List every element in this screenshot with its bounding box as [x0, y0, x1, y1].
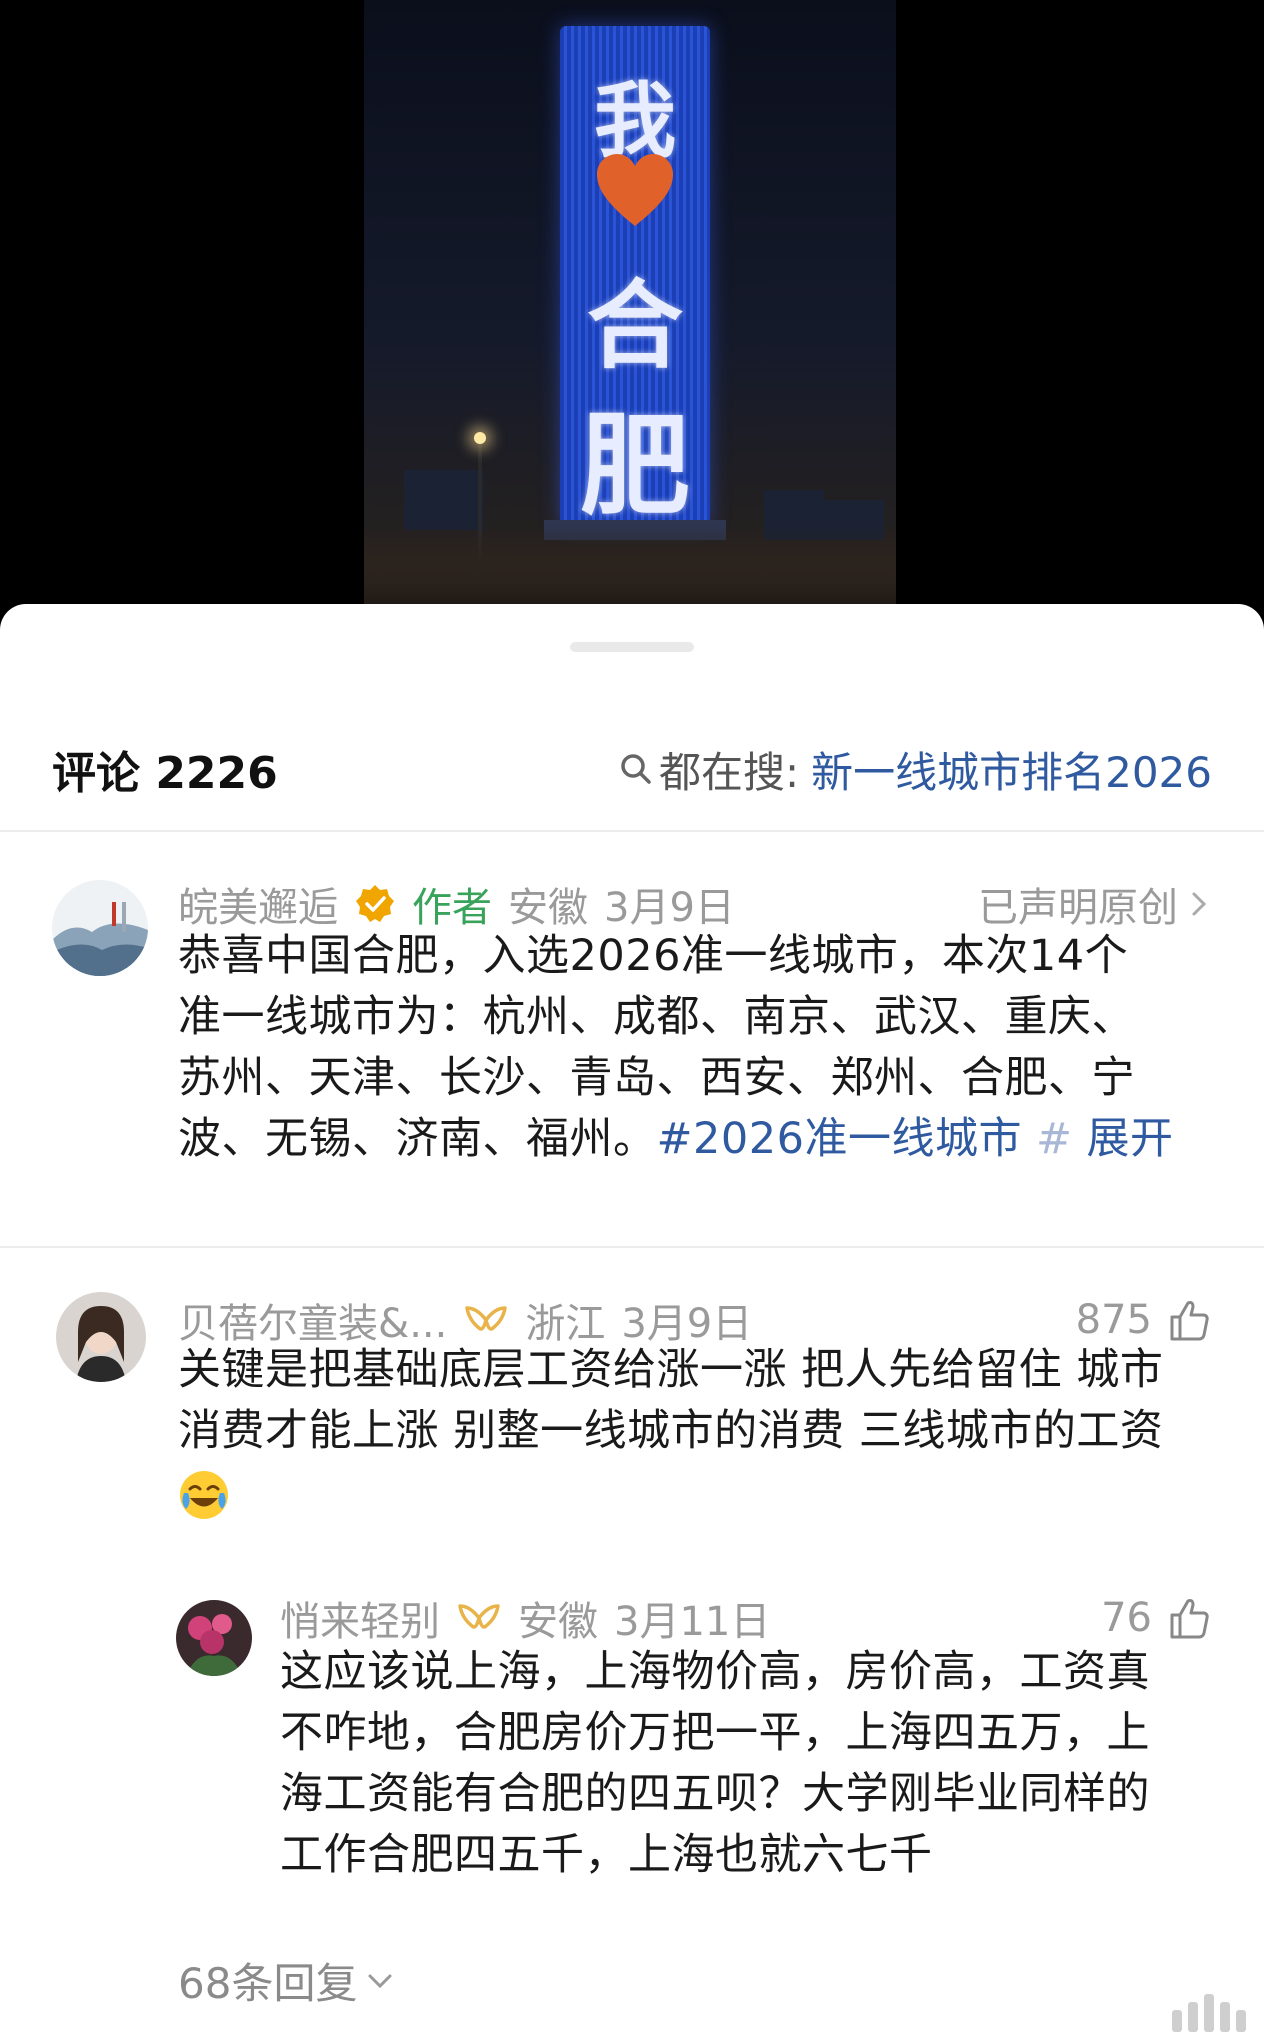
- reply-line: 海工资能有合肥的四五呗？大学刚毕业同样的: [280, 1769, 1150, 1819]
- expand-button[interactable]: 展开: [1087, 1114, 1174, 1164]
- reply-line: 工作合肥四五千，上海也就六七千: [280, 1830, 933, 1880]
- comment-line: 恭喜中国合肥，入选2026准一线城市，本次14个: [178, 931, 1129, 981]
- watermark-bar: [1204, 1994, 1214, 2032]
- watermark-bar: [1236, 2010, 1246, 2032]
- illuminated-tower: 我 合 肥: [560, 26, 710, 530]
- chevron-right-icon: [1192, 892, 1207, 916]
- comment-line: 波、无锡、济南、福州。: [178, 1114, 657, 1164]
- avatar-image: [176, 1600, 252, 1676]
- tower-text-mid: 合: [587, 270, 683, 382]
- avatar-image: [52, 880, 148, 976]
- hot-search-prefix: 都在搜:: [658, 747, 800, 797]
- original-declared-label: 已声明原创: [978, 885, 1178, 931]
- date: 3月11日: [614, 1599, 771, 1645]
- watermark-bar: [1188, 2002, 1198, 2032]
- comments-header: 评论 2226 都在搜: 新一线城市排名2026: [52, 734, 1212, 804]
- like-count: 76: [1101, 1595, 1152, 1641]
- comment-line-emoji: [178, 1462, 1212, 1523]
- comment-item: 皖美邂逅 作者 安徽 3月9日 已声明原创 恭喜中国合肥，入选2026准一线城市…: [52, 876, 1212, 1176]
- comment-item: 贝蓓尔童装&... 浙江 3月9日 875 关键是把基础底层工资给涨一涨 把人先…: [52, 1292, 1212, 1552]
- drag-handle[interactable]: [570, 642, 694, 652]
- like-button[interactable]: 76: [1101, 1590, 1212, 1646]
- hot-search-link[interactable]: 都在搜: 新一线城市排名2026: [619, 739, 1212, 800]
- username[interactable]: 悄来轻别: [280, 1589, 440, 1647]
- comment-line: 消费才能上涨 别整一线城市的消费 三线城市的工资: [178, 1406, 1164, 1456]
- reply-meta: 悄来轻别 安徽 3月11日: [280, 1590, 786, 1646]
- heart-icon: [597, 154, 673, 226]
- avatar-image: [56, 1292, 146, 1382]
- video-player[interactable]: 我 合 肥: [0, 0, 1264, 620]
- more-replies-label: 68条回复: [178, 1959, 358, 2008]
- hashtag-link[interactable]: #2026准一线城市: [657, 1114, 1022, 1164]
- comment-text: 恭喜中国合肥，入选2026准一线城市，本次14个 准一线城市为：杭州、成都、南京…: [178, 926, 1212, 1170]
- avatar[interactable]: [56, 1292, 146, 1382]
- original-declared-link[interactable]: 已声明原创: [978, 876, 1212, 932]
- divider: [0, 1246, 1264, 1248]
- thumbs-up-icon: [1170, 1301, 1209, 1341]
- date: 3月9日: [604, 885, 735, 931]
- reply-item: 悄来轻别 安徽 3月11日 76 这应该说上海，上海物价高，房价高，工资真 不咋…: [176, 1590, 1212, 1890]
- location: 安徽: [508, 885, 588, 931]
- avatar[interactable]: [52, 880, 148, 976]
- verified-badge-icon: [356, 885, 394, 922]
- reply-text: 这应该说上海，上海物价高，房价高，工资真 不咋地，合肥房价万把一平，上海四五万，…: [280, 1642, 1212, 1886]
- reply-line: 不咋地，合肥房价万把一平，上海四五万，上: [280, 1708, 1150, 1758]
- thumbs-up-icon: [1170, 1599, 1209, 1639]
- comment-text: 关键是把基础底层工资给涨一涨 把人先给留住 城市 消费才能上涨 别整一线城市的消…: [178, 1340, 1212, 1523]
- more-replies-button[interactable]: 68条回复: [178, 1950, 395, 2011]
- username[interactable]: 皖美邂逅: [178, 875, 338, 933]
- street-lamp-light: [474, 432, 486, 444]
- watermark-bar: [1220, 2002, 1230, 2032]
- comment-meta: 皖美邂逅 作者 安徽 3月9日: [178, 876, 751, 932]
- comment-line: 准一线城市为：杭州、成都、南京、武汉、重庆、: [178, 992, 1135, 1042]
- location: 安徽: [518, 1599, 598, 1645]
- reply-line: 这应该说上海，上海物价高，房价高，工资真: [280, 1647, 1150, 1697]
- author-tag: 作者: [412, 885, 492, 931]
- watermark-bar: [1172, 2010, 1182, 2032]
- avatar[interactable]: [176, 1600, 252, 1676]
- comment-line: 苏州、天津、长沙、青岛、西安、郑州、合肥、宁: [178, 1053, 1135, 1103]
- search-icon: [621, 754, 651, 784]
- vip-badge-icon: [465, 1306, 508, 1331]
- hashtag-end: #: [1035, 1114, 1073, 1164]
- vip-badge-icon: [458, 1604, 500, 1629]
- crying-laughing-emoji-icon: [180, 1470, 228, 1519]
- like-count: 875: [1075, 1297, 1152, 1343]
- hot-search-query[interactable]: 新一线城市排名2026: [811, 739, 1212, 800]
- comment-line-last: 波、无锡、济南、福州。#2026准一线城市 # 展开: [178, 1109, 1212, 1170]
- divider: [0, 830, 1264, 832]
- watermark-bars: [1172, 1984, 1246, 2032]
- background-building: [404, 470, 484, 530]
- comments-count: 评论 2226: [52, 748, 278, 799]
- tower-text-bottom: 肥: [580, 402, 690, 530]
- video-frame: 我 合 肥: [364, 0, 896, 620]
- chevron-down-icon: [368, 1974, 392, 1988]
- comment-sheet: 评论 2226 都在搜: 新一线城市排名2026 皖美邂逅 作者 安徽 3月9日…: [0, 604, 1264, 2042]
- comment-line: 关键是把基础底层工资给涨一涨 把人先给留住 城市: [178, 1345, 1164, 1395]
